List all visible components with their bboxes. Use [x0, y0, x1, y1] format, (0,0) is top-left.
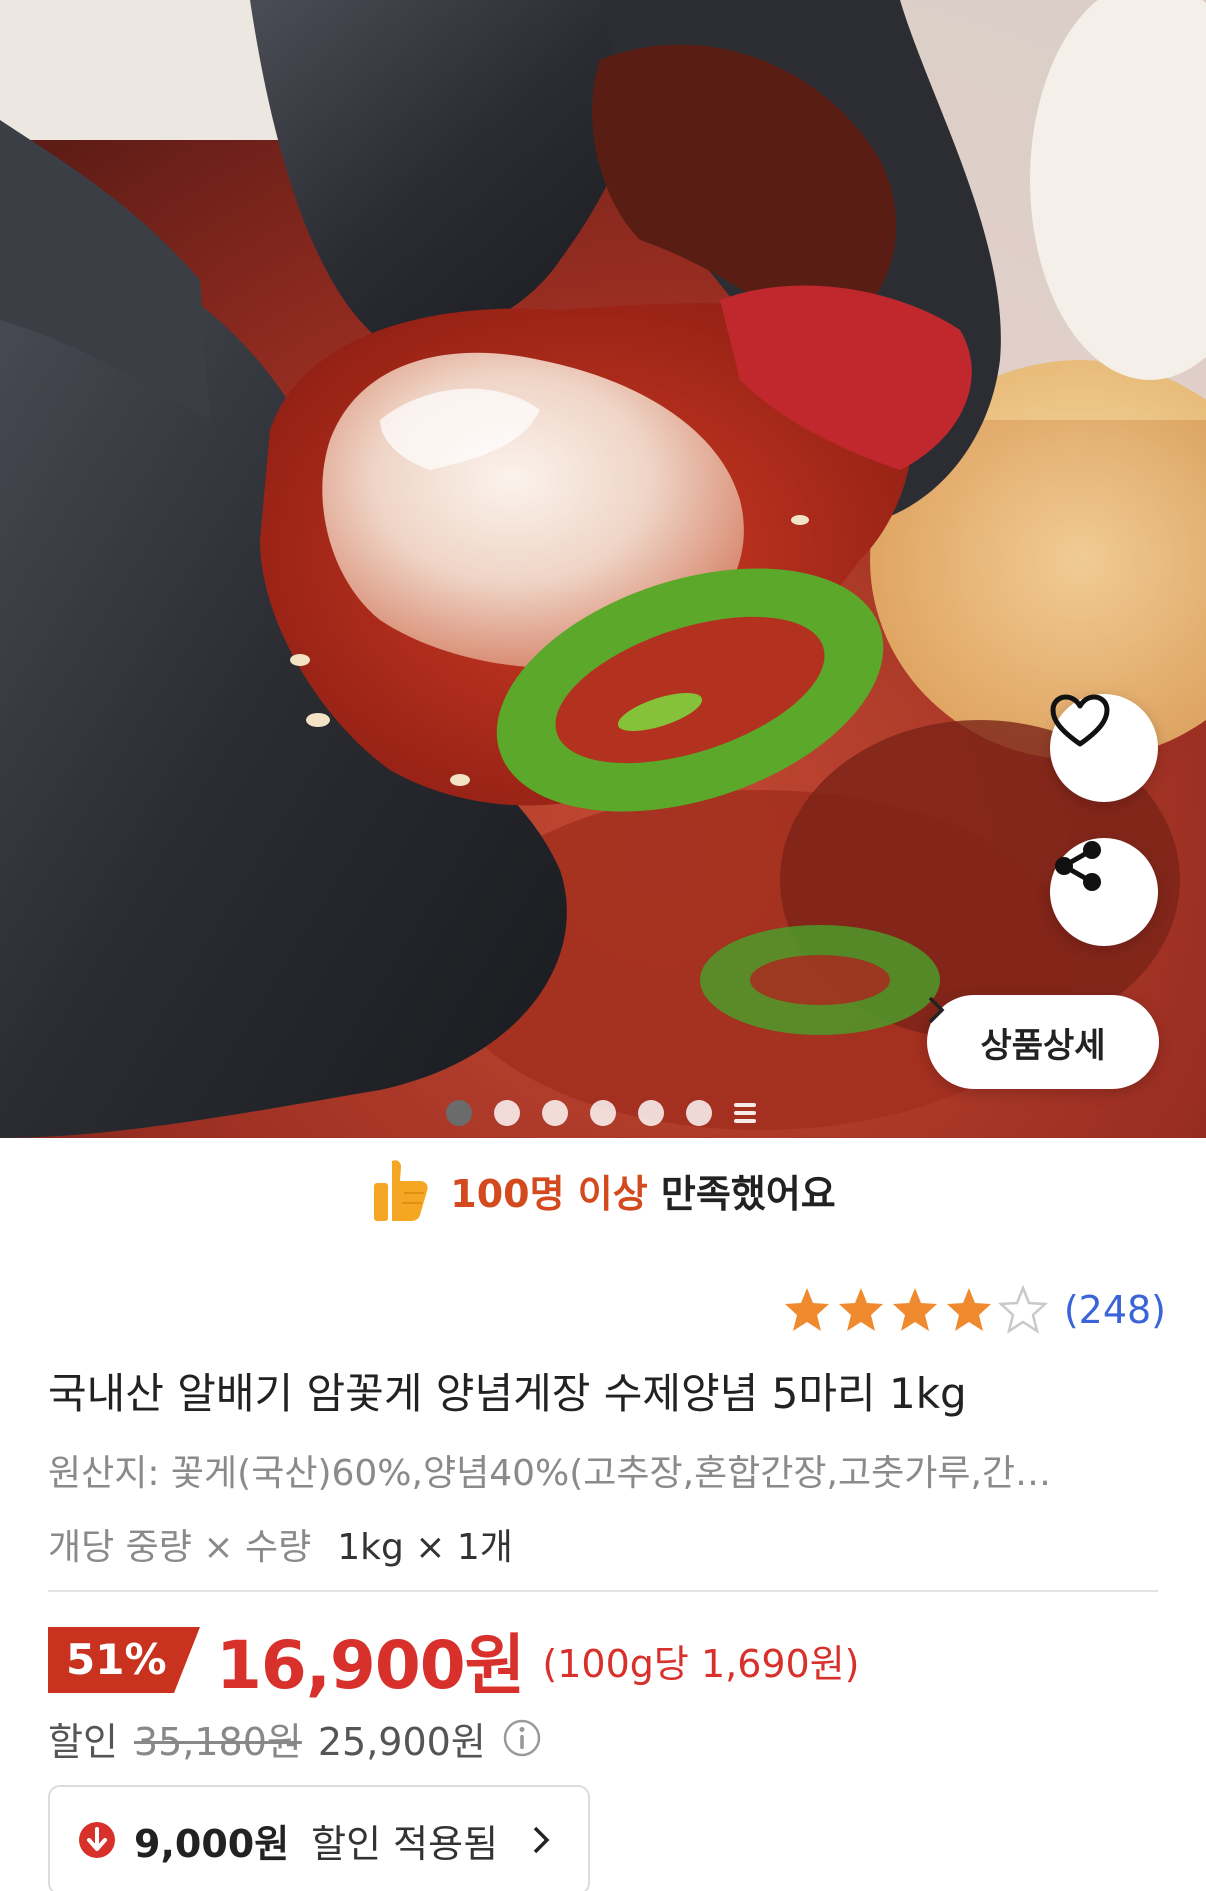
product-image-gallery[interactable]: 상품상세 — [0, 0, 1206, 1138]
chevron-right-icon — [533, 1826, 550, 1854]
share-icon — [1055, 841, 1101, 891]
product-detail-button[interactable]: 상품상세 — [927, 995, 1159, 1089]
pagination-dot[interactable] — [590, 1100, 616, 1126]
price-row: 51% 16,900원 (100g당 1,690원) — [48, 1620, 860, 1704]
product-quantity: 개당 중량 × 수량 1kg × 1개 — [48, 1518, 513, 1570]
star-filled-icon — [892, 1288, 937, 1331]
share-button[interactable] — [1050, 838, 1158, 946]
pagination-dot[interactable] — [638, 1100, 664, 1126]
product-photo — [0, 0, 1206, 1138]
quantity-value: 1kg × 1개 — [337, 1527, 513, 1568]
thumbs-up-icon — [374, 1160, 428, 1221]
pagination-dot[interactable] — [494, 1100, 520, 1126]
like-button[interactable] — [1050, 694, 1158, 802]
sale-price: 16,900원 — [216, 1627, 525, 1704]
satisfaction-text: 100명 이상 만족했어요 — [450, 1163, 835, 1218]
satisfaction-rest: 만족했어요 — [647, 1171, 836, 1216]
discount-info: 할인 35,180원 25,900원 — [48, 1710, 542, 1766]
review-count-link[interactable]: (248) — [1064, 1288, 1166, 1332]
product-detail-label: 상품상세 — [980, 1025, 1106, 1066]
heart-icon — [1050, 694, 1110, 747]
star-filled-icon — [838, 1288, 883, 1331]
product-origin: 원산지: 꽃게(국산)60%,양념40%(고추장,혼합간장,고춧가루,간… — [48, 1453, 1052, 1494]
original-price: 35,180원 — [133, 1719, 302, 1764]
unit-price: (100g당 1,690원) — [542, 1641, 860, 1686]
pagination-dot[interactable] — [542, 1100, 568, 1126]
discounted-price: 25,900원 — [317, 1719, 486, 1764]
divider — [48, 1590, 1158, 1592]
satisfaction-highlight: 100명 이상 — [450, 1171, 648, 1216]
star-empty-icon — [997, 1285, 1048, 1334]
star-filled-icon — [946, 1288, 991, 1331]
info-icon[interactable] — [502, 1718, 542, 1758]
product-title: 국내산 알배기 암꽃게 양념게장 수제양념 5마리 1kg — [48, 1369, 967, 1418]
satisfaction-banner: 100명 이상 만족했어요 — [0, 1150, 1206, 1230]
down-arrow-icon — [79, 1822, 115, 1858]
quantity-label: 개당 중량 × 수량 — [48, 1527, 312, 1568]
star-filled-icon — [784, 1288, 829, 1331]
rating[interactable]: (248) — [782, 1282, 1166, 1338]
more-pages-icon — [734, 1103, 756, 1123]
star-rating — [782, 1285, 1048, 1335]
discount-badge: 51% — [48, 1627, 200, 1693]
coupon-applied-button[interactable]: 9,000원 할인 적용됨 — [48, 1785, 590, 1891]
coupon-amount: 9,000원 — [134, 1821, 290, 1866]
coupon-text: 할인 적용됨 — [311, 1821, 499, 1866]
discount-label: 할인 — [48, 1719, 118, 1764]
chevron-right-icon — [928, 996, 945, 1024]
pagination-dot[interactable] — [446, 1100, 472, 1126]
gallery-pagination — [446, 1100, 756, 1126]
pagination-dot[interactable] — [686, 1100, 712, 1126]
discount-rate: 51% — [66, 1635, 167, 1684]
